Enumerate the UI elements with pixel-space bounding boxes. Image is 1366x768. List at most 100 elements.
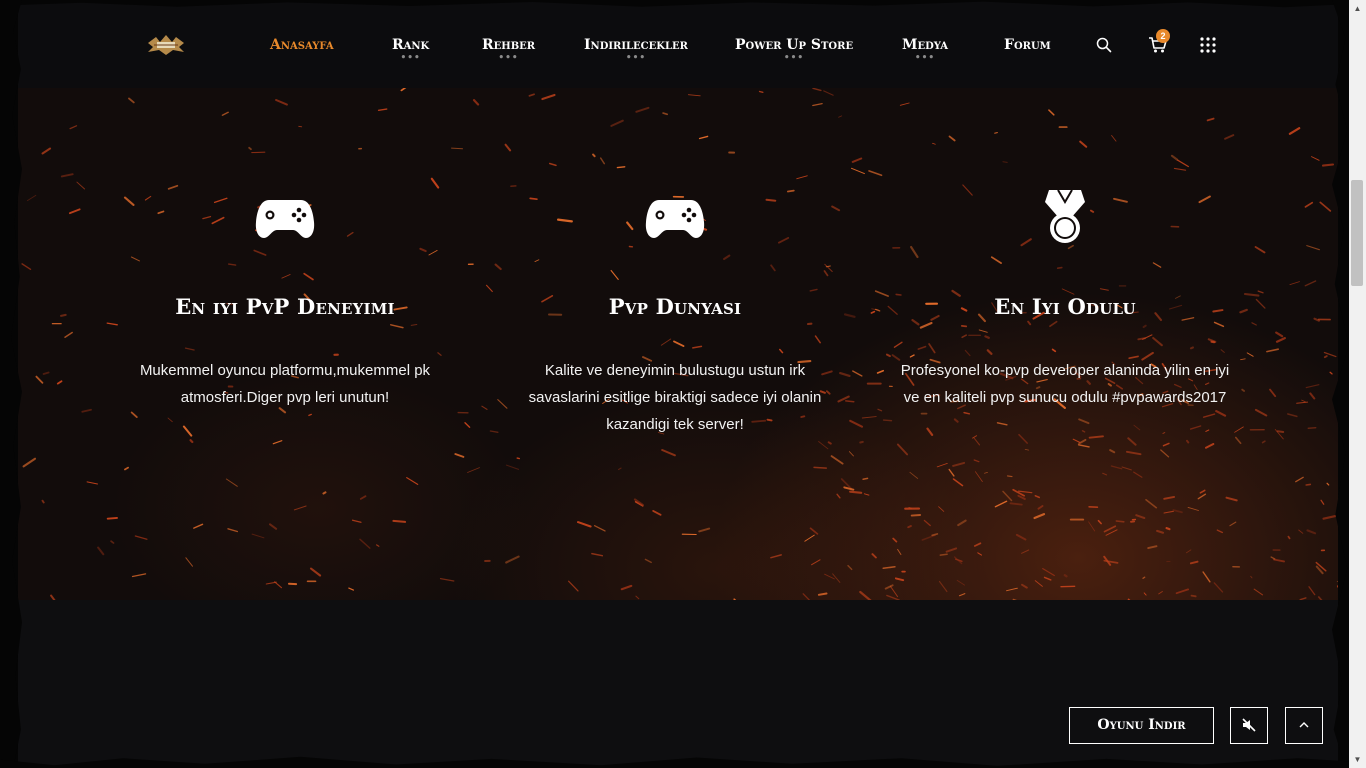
ember-spark: [923, 519, 931, 527]
ember-spark: [1275, 337, 1286, 343]
ember-spark: [1202, 413, 1216, 418]
scroll-up-arrow-icon[interactable]: ▲: [1349, 0, 1366, 17]
logo-emblem[interactable]: [146, 33, 186, 57]
ember-spark: [1287, 535, 1291, 540]
ember-spark: [1321, 163, 1335, 167]
ember-spark: [818, 441, 829, 450]
ember-spark: [812, 88, 822, 92]
ember-spark: [1142, 576, 1146, 579]
ember-spark: [973, 542, 982, 547]
ember-spark: [635, 595, 640, 600]
ember-spark: [1033, 513, 1046, 520]
ember-spark: [811, 559, 821, 566]
scroll-top-button[interactable]: [1285, 707, 1323, 744]
search-icon[interactable]: [1095, 36, 1113, 54]
ember-spark: [1012, 598, 1017, 600]
ember-spark: [827, 441, 832, 445]
ember-spark: [1135, 514, 1146, 519]
ember-spark: [973, 437, 981, 446]
ember-spark: [189, 439, 194, 444]
ember-spark: [812, 102, 823, 107]
dropdown-dots-icon: •••: [625, 53, 647, 63]
ember-spark: [42, 371, 50, 375]
ember-spark: [1048, 109, 1055, 116]
ember-spark: [871, 553, 877, 559]
ember-spark: [128, 97, 135, 104]
ember-spark: [64, 331, 73, 338]
ember-spark: [35, 375, 44, 384]
ember-spark: [251, 533, 265, 539]
ember-spark: [1133, 471, 1143, 478]
nav-item-forum[interactable]: Forum: [1004, 37, 1051, 53]
ember-spark: [298, 125, 303, 128]
cart-count-badge: 2: [1156, 29, 1170, 43]
scrollbar-thumb[interactable]: [1351, 180, 1363, 286]
ember-spark: [528, 93, 535, 97]
ember-spark: [1323, 355, 1328, 359]
ember-spark: [504, 143, 512, 152]
scroll-down-arrow-icon[interactable]: ▼: [1349, 751, 1366, 768]
ember-spark: [958, 593, 966, 597]
ember-spark: [599, 157, 606, 165]
site-header: Anasayfa Rank ••• Rehber ••• Indirilecek…: [18, 0, 1338, 88]
ember-spark: [1115, 520, 1125, 523]
ember-spark: [1205, 443, 1215, 449]
ember-spark: [1009, 502, 1023, 506]
ember-spark: [849, 490, 863, 494]
ember-spark: [22, 457, 37, 468]
nav-item-rank[interactable]: Rank •••: [392, 37, 429, 63]
ember-spark: [882, 419, 893, 422]
ember-spark: [1197, 493, 1207, 500]
ember-spark: [1006, 587, 1018, 592]
nav-item-rehber[interactable]: Rehber •••: [482, 37, 536, 63]
ember-spark: [975, 471, 983, 483]
dropdown-dots-icon: •••: [914, 53, 936, 63]
ember-spark: [1319, 201, 1332, 212]
ember-spark: [1088, 521, 1096, 532]
feature-card: Pvp Dunyasi Kalite ve deneyimin bulustug…: [485, 188, 865, 438]
ember-spark: [1127, 598, 1131, 600]
ember-spark: [1266, 348, 1279, 353]
ember-spark: [1081, 430, 1086, 433]
ember-spark: [1276, 430, 1285, 433]
nav-item-anasayfa[interactable]: Anasayfa: [270, 37, 334, 53]
ember-spark: [60, 173, 74, 178]
ember-spark: [953, 418, 959, 423]
ember-spark: [644, 558, 652, 564]
features-section: En iyi PvP Deneyimi Mukemmel oyuncu plat…: [18, 88, 1338, 600]
ember-spark: [1229, 521, 1237, 527]
apps-grid-icon[interactable]: [1200, 37, 1216, 53]
ember-spark: [802, 593, 811, 600]
nav-label: Rehber: [482, 37, 536, 53]
page-scrollbar[interactable]: ▲ ▼: [1349, 0, 1366, 768]
nav-item-medya[interactable]: Medya •••: [902, 37, 948, 63]
ember-spark: [1162, 432, 1166, 434]
ember-spark: [1006, 475, 1013, 478]
ember-spark: [1308, 586, 1316, 596]
nav-label: Power Up Store: [735, 37, 854, 53]
ember-spark: [843, 486, 855, 491]
ember-spark: [1190, 594, 1197, 598]
ember-spark: [1206, 117, 1215, 122]
ember-spark: [1187, 506, 1199, 511]
nav-item-power-up-store[interactable]: Power Up Store •••: [735, 37, 854, 63]
ember-spark: [1158, 591, 1163, 595]
ember-spark: [938, 580, 948, 593]
ember-spark: [1015, 533, 1027, 541]
ember-spark: [957, 519, 967, 527]
ember-spark: [1097, 519, 1102, 525]
ember-spark: [926, 427, 934, 436]
ember-spark: [823, 90, 834, 96]
nav-item-indirilecekler[interactable]: Indirilecekler •••: [584, 37, 688, 63]
ember-spark: [275, 99, 288, 106]
ember-spark: [472, 99, 480, 106]
download-game-button[interactable]: Oyunu Indir: [1069, 707, 1214, 744]
ember-spark: [1165, 527, 1171, 531]
ember-spark: [1173, 167, 1187, 171]
ember-spark: [1215, 410, 1227, 417]
mute-button[interactable]: [1230, 707, 1268, 744]
ember-spark: [1254, 246, 1266, 254]
ember-spark: [81, 408, 92, 413]
ember-spark: [1257, 290, 1264, 294]
ember-spark: [68, 208, 81, 215]
